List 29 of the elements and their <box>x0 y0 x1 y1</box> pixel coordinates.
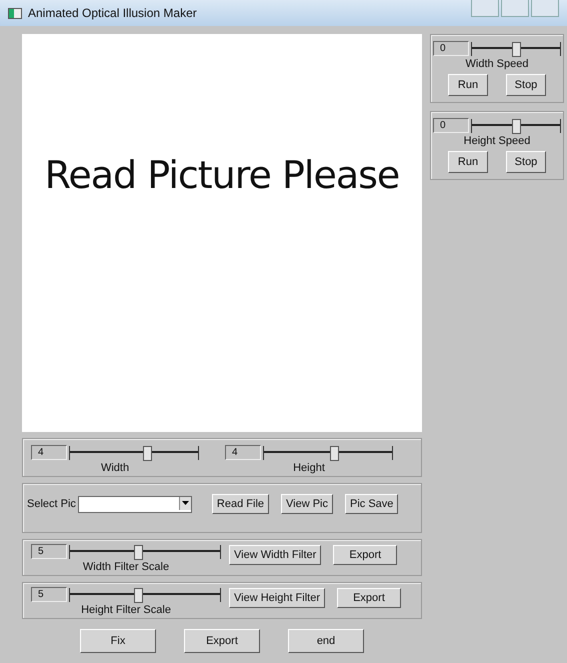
speed-button[interactable]: Run <box>448 74 488 96</box>
value-field[interactable]: 0 <box>433 41 469 56</box>
toolbar-button[interactable]: Read File <box>212 494 269 514</box>
action-button[interactable]: end <box>288 629 364 653</box>
action-button[interactable]: Fix <box>80 629 156 653</box>
toolbar-button[interactable]: Pic Save <box>344 494 398 514</box>
value-field[interactable]: 4 <box>225 445 261 460</box>
value-field[interactable]: 5 <box>31 544 67 559</box>
toolbar-button[interactable]: View Pic <box>281 494 333 514</box>
slider-label: Height Speed <box>464 135 530 147</box>
slider-label: Height <box>293 462 325 474</box>
canvas-message: Read Picture Please <box>44 153 400 197</box>
export-button[interactable]: Export <box>337 588 401 608</box>
slider-label: Height Filter Scale <box>81 604 171 616</box>
select-label: Select Pic <box>27 498 76 510</box>
value-field[interactable]: 5 <box>31 587 67 602</box>
value-field[interactable]: 4 <box>31 445 67 460</box>
speed-button[interactable]: Stop <box>506 74 546 96</box>
export-button[interactable]: Export <box>333 545 398 565</box>
speed-button[interactable]: Stop <box>506 151 546 173</box>
slider-label: Width Speed <box>466 58 528 70</box>
slider-label: Width <box>100 462 130 474</box>
window-title: Animated Optical Illusion Maker <box>28 6 197 20</box>
view-filter-button[interactable]: View Height Filter <box>229 588 325 608</box>
action-button[interactable]: Export <box>184 629 260 653</box>
value-field[interactable]: 0 <box>433 118 469 133</box>
speed-button[interactable]: Run <box>448 151 488 173</box>
slider-label: Width Filter Scale <box>82 561 170 573</box>
view-filter-button[interactable]: View Width Filter <box>229 545 322 565</box>
